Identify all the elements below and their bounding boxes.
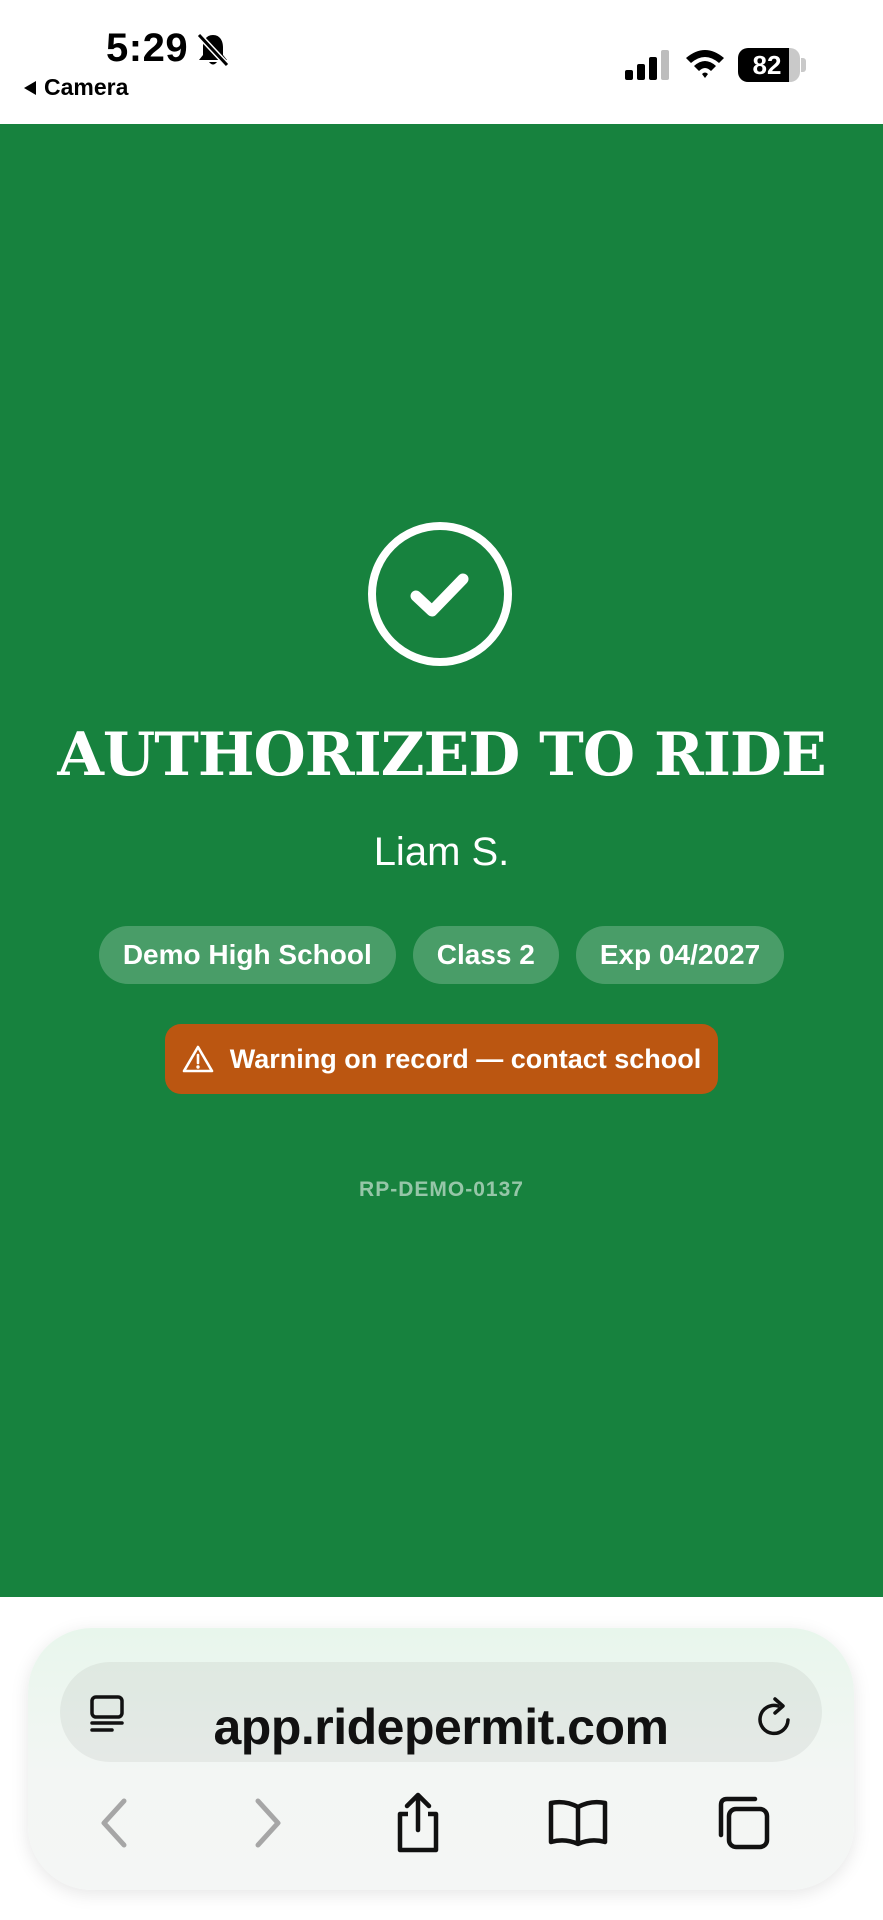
back-caret-icon: [24, 80, 36, 95]
rider-name: Liam S.: [373, 830, 510, 874]
school-chip: Demo High School: [98, 926, 396, 984]
status-time: 5:29: [106, 26, 189, 70]
battery-indicator: 82: [738, 48, 800, 82]
class-chip: Class 2: [412, 926, 559, 984]
permit-details-chips: Demo High School Class 2 Exp 04/2027: [0, 926, 883, 984]
chevron-right-icon: [255, 1798, 281, 1848]
expiration-chip: Exp 04/2027: [575, 926, 785, 984]
authorization-status-title: AUTHORIZED TO RIDE: [57, 720, 826, 790]
reload-icon[interactable]: [754, 1694, 796, 1738]
book-icon: [548, 1799, 608, 1847]
status-bar: 5:29 Camera 82: [0, 0, 883, 124]
back-to-camera-button[interactable]: Camera: [24, 74, 128, 101]
battery-level: 82: [752, 49, 782, 80]
check-circle-icon: [368, 522, 512, 666]
wifi-icon: [686, 50, 724, 78]
permit-id: RP-DEMO-0137: [359, 1178, 524, 1201]
forward-button[interactable]: [234, 1788, 304, 1858]
warning-text: Warning on record — contact school: [229, 1043, 702, 1074]
back-app-label: Camera: [44, 74, 129, 100]
warning-triangle-icon: [182, 1045, 214, 1073]
browser-toolbar: app.ridepermit.com: [28, 1628, 854, 1890]
authorization-panel: AUTHORIZED TO RIDE Liam S. Demo High Sch…: [0, 124, 883, 1597]
warning-banner: Warning on record — contact school: [165, 1024, 718, 1094]
tabs-icon: [718, 1796, 770, 1850]
battery-nub: [801, 58, 806, 72]
bookmarks-button[interactable]: [543, 1788, 613, 1858]
share-button[interactable]: [383, 1788, 453, 1858]
cellular-signal-icon: [625, 50, 669, 80]
chevron-left-icon: [101, 1798, 127, 1848]
tabs-button[interactable]: [708, 1788, 778, 1858]
url-text[interactable]: app.ridepermit.com: [28, 1698, 854, 1756]
share-icon: [397, 1792, 439, 1853]
bell-slash-icon: [196, 32, 230, 68]
back-button[interactable]: [78, 1788, 148, 1858]
